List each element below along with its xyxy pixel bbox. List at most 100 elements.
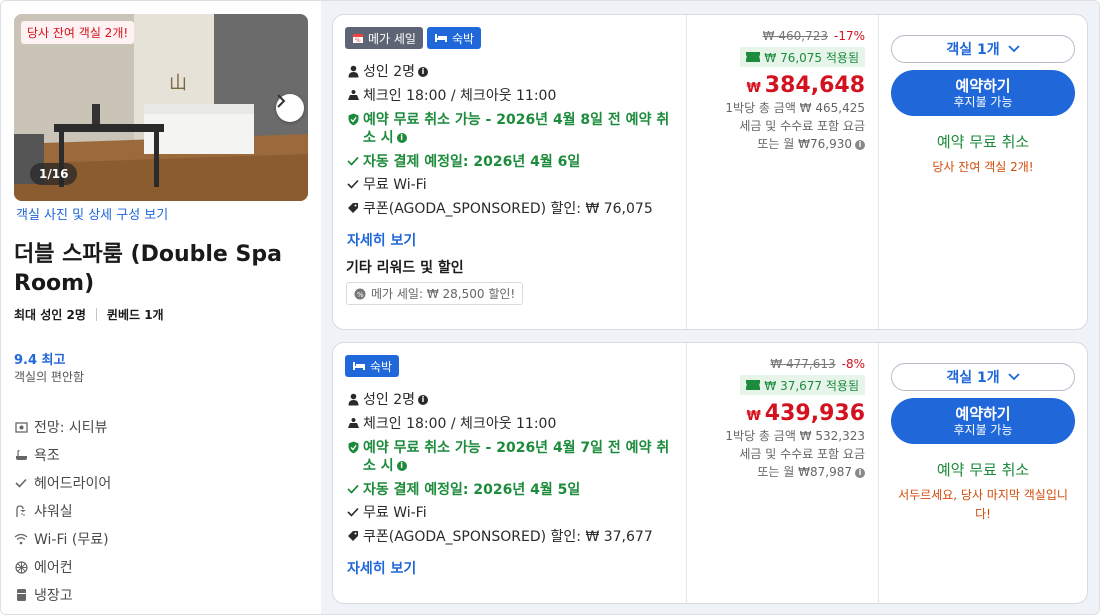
shield-check-icon (346, 439, 360, 455)
review-score-category: 객실의 편안함 (14, 370, 85, 384)
chevron-down-icon (1007, 373, 1020, 381)
info-icon[interactable]: i (855, 467, 865, 478)
mega-sale-chip: % 메가 세일: ₩ 28,500 할인! (346, 282, 524, 305)
photo-counter: 1/16 (30, 163, 78, 185)
amenity-item: 욕조 (14, 441, 111, 469)
aircon-icon (14, 560, 28, 574)
check-icon (346, 153, 360, 169)
discount-percent: -17% (833, 29, 865, 43)
check-icon (14, 476, 28, 490)
check-icon (346, 176, 360, 192)
bed-icon (353, 362, 365, 370)
booking-actions: 객실 1개 예약하기 후지불 가능 예약 무료 취소 서두르세요, 당사 마지막… (891, 363, 1075, 524)
room-count-select[interactable]: 객실 1개 (891, 35, 1075, 63)
column-divider (878, 343, 879, 603)
amenity-item: 에어컨 (14, 553, 111, 581)
photo-details-link[interactable]: 객실 사진 및 상세 구성 보기 (16, 204, 168, 223)
svg-text:%: % (355, 37, 361, 44)
check-icon (346, 481, 360, 497)
price-per-night: 1박당 총 금액 ₩ 532,323 (725, 429, 865, 443)
ticket-icon (746, 380, 761, 390)
guests-row: 성인 2명 i (346, 391, 428, 409)
discount-percent: -8% (841, 357, 865, 371)
checkin-row: 체크인 18:00 / 체크아웃 11:00 (346, 87, 556, 105)
info-icon[interactable]: i (396, 133, 407, 143)
monthly-price: 또는 월 ₩76,930 i (685, 136, 865, 152)
shield-check-icon (346, 111, 360, 127)
free-cancel-row: 예약 무료 취소 가능 - 2026년 4월 8일 전 예약 취소 시i (346, 111, 676, 147)
free-cancel-label: 예약 무료 취소 (936, 461, 1030, 479)
info-icon[interactable]: i (855, 139, 865, 150)
monthly-price: 또는 월 ₩87,987 i (685, 464, 865, 480)
checkin-row: 체크인 18:00 / 체크아웃 11:00 (346, 415, 556, 433)
price-tax-note: 세금 및 수수료 포함 요금 (739, 119, 865, 133)
amenity-item: 샤워실 (14, 497, 111, 525)
bed-type: 퀸베드 1개 (106, 308, 164, 322)
chevron-down-icon (1007, 45, 1020, 53)
ticket-icon (746, 52, 761, 62)
amenity-item: Wi-Fi (무료) (14, 525, 111, 553)
room-info-column: 山 당사 잔여 객실 2개! 1/16 객실 사진 및 상세 구성 보기 더블 … (1, 1, 321, 614)
svg-text:山: 山 (169, 73, 187, 94)
tag-icon (346, 200, 360, 216)
person-icon (346, 63, 360, 79)
booking-actions: 객실 1개 예약하기 후지불 가능 예약 무료 취소 당사 잔여 객실 2개! (891, 35, 1075, 177)
amenity-item: 전망: 시티뷰 (14, 413, 111, 441)
room-name: 더블 스파룸 (Double Spa Room) (14, 242, 282, 296)
book-button[interactable]: 예약하기 후지불 가능 (891, 398, 1075, 444)
check-icon (346, 504, 360, 520)
room-photo[interactable]: 山 당사 잔여 객실 2개! 1/16 (14, 14, 308, 201)
offer-card: 숙박 성인 2명 i 체크인 18:00 / 체크아웃 11:00 예약 무료 취… (332, 342, 1088, 604)
next-photo-button[interactable] (276, 94, 304, 122)
auto-pay-row: 자동 결제 예정일: 2026년 4월 5일 (346, 481, 580, 499)
view-icon (14, 420, 28, 434)
final-price: ₩439,936 (746, 401, 865, 426)
amenity-list: 전망: 시티뷰 욕조 헤어드라이어 샤워실 Wi-Fi (무료) 에어컨 냉장고 (14, 413, 111, 609)
availability-warning: 서두르세요, 당사 마지막 객실입니다! (898, 488, 1068, 521)
price-block: ₩ 477,613 -8% ₩ 37,677 적용됨 ₩439,936 1박당 총… (685, 357, 865, 480)
fridge-icon (14, 588, 28, 602)
price-tax-note: 세금 및 수수료 포함 요금 (739, 447, 865, 461)
max-guests: 최대 성인 2명 (14, 308, 86, 322)
coupon-applied-badge: ₩ 37,677 적용됨 (740, 375, 865, 395)
info-icon[interactable]: i (418, 395, 428, 405)
offer-tags: % 메가 세일 숙박 (345, 27, 482, 49)
concierge-icon (346, 415, 360, 431)
amenity-item: 헤어드라이어 (14, 469, 111, 497)
info-icon[interactable]: i (396, 461, 407, 471)
original-price: ₩ 460,723 -17% (762, 29, 865, 43)
stay-tag: 숙박 (345, 355, 400, 377)
tag-icon (346, 528, 360, 544)
availability-warning: 당사 잔여 객실 2개! (932, 160, 1034, 174)
column-divider (878, 15, 879, 329)
badge-percent-icon: % (354, 288, 366, 299)
price-block: ₩ 460,723 -17% ₩ 76,075 적용됨 ₩384,648 1박당 … (685, 29, 865, 152)
final-price: ₩384,648 (746, 73, 865, 98)
offer-card: % 메가 세일 숙박 성인 2명 i 체크인 18:00 / 체크아웃 11:00… (332, 14, 1088, 330)
book-button[interactable]: 예약하기 후지불 가능 (891, 70, 1075, 116)
stay-tag: 숙박 (426, 27, 482, 49)
bathtub-icon (14, 448, 28, 462)
coupon-row: 쿠폰(AGODA_SPONSORED) 할인: ₩ 76,075 (346, 200, 653, 218)
auto-pay-row: 자동 결제 예정일: 2026년 4월 6일 (346, 153, 580, 171)
wifi-row: 무료 Wi-Fi (346, 504, 427, 522)
wifi-icon (14, 532, 28, 546)
original-price: ₩ 477,613 -8% (770, 357, 865, 371)
room-meta: 최대 성인 2명 퀸베드 1개 (14, 306, 164, 323)
offer-tags: 숙박 (345, 355, 400, 377)
other-rewards-title: 기타 리워드 및 할인 (346, 260, 464, 276)
details-link[interactable]: 자세히 보기 (347, 558, 416, 578)
person-icon (346, 391, 360, 407)
details-link[interactable]: 자세히 보기 (347, 230, 416, 250)
coupon-applied-badge: ₩ 76,075 적용됨 (740, 47, 865, 67)
svg-text:%: % (357, 291, 364, 299)
review-score[interactable]: 9.4 최고 (14, 349, 65, 368)
shower-icon (14, 504, 28, 518)
calendar-icon: % (353, 34, 363, 44)
room-offer-panel: 山 당사 잔여 객실 2개! 1/16 객실 사진 및 상세 구성 보기 더블 … (0, 0, 1100, 615)
free-cancel-row: 예약 무료 취소 가능 - 2026년 4월 7일 전 예약 취소 시i (346, 439, 676, 475)
guests-row: 성인 2명 i (346, 63, 428, 81)
remaining-rooms-badge: 당사 잔여 객실 2개! (21, 21, 135, 44)
room-count-select[interactable]: 객실 1개 (891, 363, 1075, 391)
info-icon[interactable]: i (418, 67, 428, 77)
